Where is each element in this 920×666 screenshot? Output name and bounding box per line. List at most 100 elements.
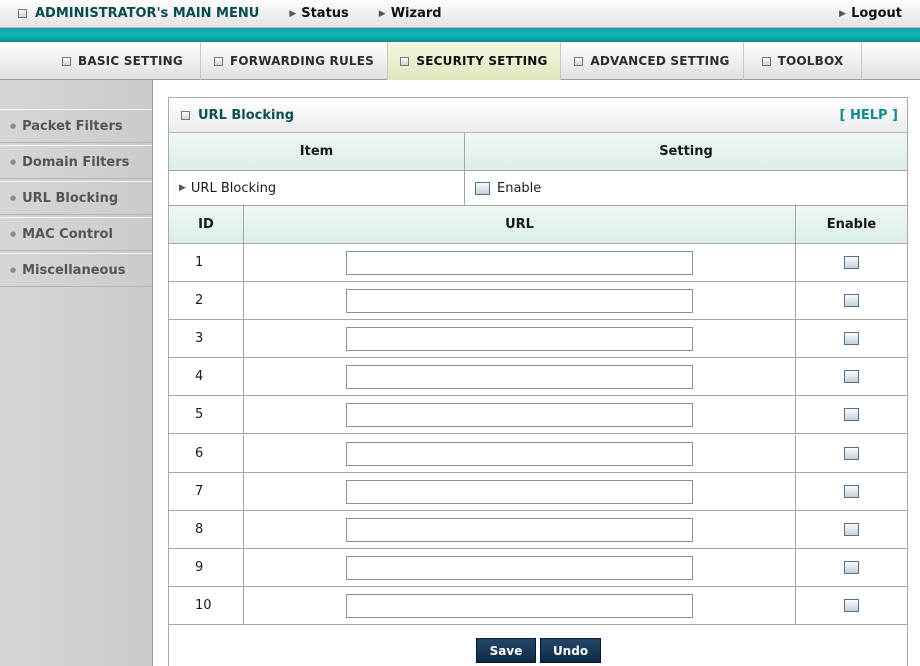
row-enable-checkbox[interactable] <box>844 484 859 498</box>
bullet-dot-icon: ● <box>10 122 17 130</box>
row-enable-checkbox[interactable] <box>844 294 859 308</box>
tab-label: SECURITY SETTING <box>416 54 548 68</box>
tab-basic-setting[interactable]: BASIC SETTING <box>45 42 201 80</box>
sidebar-item-miscellaneous[interactable]: ● Miscellaneous <box>0 253 152 287</box>
url-input[interactable] <box>346 441 693 466</box>
url-blocking-setting-row: ▶ URL Blocking Enable <box>169 171 907 206</box>
wizard-label: Wizard <box>390 6 442 21</box>
url-table-row: 9 <box>169 548 907 587</box>
url-table-row: 1 <box>169 244 907 282</box>
url-input[interactable] <box>346 289 693 314</box>
arrow-right-icon: ▶ <box>179 183 186 193</box>
id-column-header: ID <box>198 217 214 232</box>
tab-security-setting[interactable]: SECURITY SETTING <box>388 42 561 80</box>
square-bullet-icon <box>574 56 584 66</box>
enable-label: Enable <box>497 180 542 196</box>
row-id: 6 <box>195 445 204 461</box>
wizard-link[interactable]: ▶ Wizard <box>379 6 442 21</box>
url-input[interactable] <box>346 403 693 428</box>
item-column-header: Item <box>299 144 334 159</box>
row-enable-cell <box>796 396 907 433</box>
sidebar-item-mac-control[interactable]: ● MAC Control <box>0 217 152 251</box>
logout-link[interactable]: ▶ Logout <box>839 6 902 21</box>
square-bullet-icon <box>213 56 223 66</box>
arrow-right-icon: ▶ <box>839 8 847 19</box>
arrow-right-icon: ▶ <box>289 8 297 19</box>
sidebar-item-url-blocking[interactable]: ● URL Blocking <box>0 181 152 215</box>
tab-label: FORWARDING RULES <box>229 54 375 68</box>
sidebar-item-domain-filters[interactable]: ● Domain Filters <box>0 145 152 179</box>
row-enable-cell <box>796 473 907 510</box>
tab-forwarding-rules[interactable]: FORWARDING RULES <box>201 42 388 80</box>
url-input[interactable] <box>346 555 693 580</box>
url-input[interactable] <box>346 251 693 275</box>
url-input[interactable] <box>346 327 693 352</box>
row-enable-checkbox[interactable] <box>844 332 859 346</box>
row-enable-cell <box>796 358 907 395</box>
help-link[interactable]: [ HELP ] <box>839 108 898 123</box>
save-button[interactable]: Save <box>476 638 536 663</box>
bullet-dot-icon: ● <box>10 158 17 166</box>
url-table-row: 2 <box>169 282 907 321</box>
admin-main-menu-link[interactable]: ADMINISTRATOR's MAIN MENU <box>18 6 259 21</box>
row-id: 9 <box>195 559 204 575</box>
row-enable-cell <box>796 511 907 548</box>
row-id: 7 <box>195 483 204 499</box>
url-blocking-enable-checkbox[interactable] <box>475 181 490 195</box>
square-bullet-icon <box>62 56 71 66</box>
row-id: 5 <box>195 407 204 423</box>
bullet-dot-icon: ● <box>10 230 17 238</box>
tab-label: TOOLBOX <box>777 54 844 68</box>
url-table-row: 6 <box>169 434 907 473</box>
status-link[interactable]: ▶ Status <box>289 6 348 21</box>
bullet-dot-icon: ● <box>10 266 17 274</box>
row-enable-checkbox[interactable] <box>844 408 859 422</box>
row-enable-checkbox[interactable] <box>844 522 859 536</box>
panel-header: URL Blocking [ HELP ] <box>169 98 907 133</box>
url-table-row: 8 <box>169 510 907 549</box>
url-blocking-panel: URL Blocking [ HELP ] Item Setting ▶ URL… <box>168 97 908 666</box>
sidebar-item-label: URL Blocking <box>22 190 119 206</box>
url-input[interactable] <box>346 593 693 618</box>
bullet-dot-icon: ● <box>10 194 17 202</box>
logout-label: Logout <box>851 6 902 21</box>
sidebar-item-label: Domain Filters <box>22 154 130 170</box>
row-enable-cell <box>796 549 907 586</box>
url-input[interactable] <box>346 479 693 504</box>
row-enable-checkbox[interactable] <box>844 370 859 384</box>
tab-label: ADVANCED SETTING <box>590 54 730 68</box>
sidebar: ● Packet Filters ● Domain Filters ● URL … <box>0 80 153 666</box>
main-tab-bar: BASIC SETTING FORWARDING RULES SECURITY … <box>0 42 920 80</box>
item-setting-header-row: Item Setting <box>169 133 907 171</box>
url-table-row: 10 <box>169 586 907 625</box>
arrow-right-icon: ▶ <box>378 8 386 19</box>
url-input[interactable] <box>346 517 693 542</box>
row-id: 10 <box>195 597 212 613</box>
url-blocking-enable-control: Enable <box>475 171 895 205</box>
row-enable-cell <box>796 282 907 319</box>
row-id: 2 <box>195 293 204 309</box>
row-enable-checkbox[interactable] <box>844 560 859 574</box>
row-enable-checkbox[interactable] <box>844 446 859 460</box>
url-table-row: 7 <box>169 472 907 511</box>
url-blocking-item: ▶ URL Blocking <box>179 171 464 205</box>
row-enable-checkbox[interactable] <box>844 256 859 269</box>
row-enable-cell <box>796 244 907 281</box>
enable-column-header: Enable <box>826 217 877 232</box>
row-enable-checkbox[interactable] <box>844 598 859 612</box>
tab-advanced-setting[interactable]: ADVANCED SETTING <box>561 42 744 80</box>
row-id: 3 <box>195 331 204 347</box>
square-bullet-icon <box>400 56 410 66</box>
sidebar-item-label: Packet Filters <box>22 118 123 134</box>
tab-label: BASIC SETTING <box>78 54 183 68</box>
row-id: 1 <box>195 255 204 270</box>
url-table-row: 4 <box>169 358 907 397</box>
tab-toolbox[interactable]: TOOLBOX <box>744 42 862 80</box>
setting-column-header: Setting <box>659 144 713 159</box>
undo-button[interactable]: Undo <box>540 638 601 663</box>
row-id: 8 <box>195 521 204 537</box>
url-input[interactable] <box>346 365 693 390</box>
url-blocking-item-label: URL Blocking <box>190 180 277 196</box>
panel-title: URL Blocking <box>198 107 295 123</box>
sidebar-item-packet-filters[interactable]: ● Packet Filters <box>0 109 152 143</box>
